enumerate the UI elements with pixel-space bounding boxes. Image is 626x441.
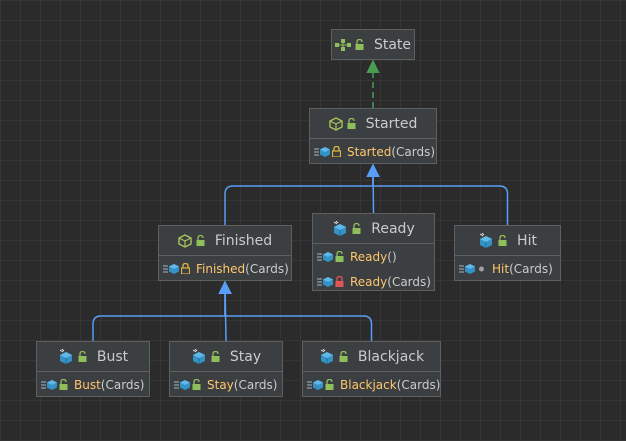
public-unlock-icon: [498, 235, 507, 246]
public-unlock-icon: [196, 235, 205, 246]
class-icon: [58, 349, 74, 364]
protected-lock-icon: [332, 146, 341, 157]
member-name: Stay: [207, 377, 234, 392]
member-name: Ready: [350, 249, 388, 264]
constructor-icon: [314, 146, 332, 158]
member-name: Hit: [492, 261, 510, 276]
member-row[interactable]: Finished (Cards): [159, 256, 291, 281]
node-header: Bust: [37, 342, 149, 372]
member-params: (): [387, 249, 397, 264]
node-name: State: [373, 36, 412, 53]
member-params: (Cards): [509, 261, 553, 276]
member-row[interactable]: Ready(): [313, 244, 434, 269]
public-unlock-icon: [355, 39, 364, 50]
node-header: Finished: [159, 226, 291, 256]
member-row[interactable]: Stay (Cards): [170, 372, 282, 397]
interface-icon: [334, 38, 351, 52]
member-row[interactable]: Started (Cards): [310, 139, 436, 164]
node-blackjack[interactable]: Blackjack Blackjack (Cards): [302, 341, 441, 397]
node-state[interactable]: State: [331, 29, 415, 60]
member-name: Started: [347, 144, 392, 159]
member-row[interactable]: Hit (Cards): [455, 256, 560, 281]
public-unlock-icon: [352, 223, 361, 234]
member-params: (Cards): [245, 261, 289, 276]
node-name: Finished: [214, 232, 273, 249]
class-icon: [332, 221, 348, 236]
member-params: (Cards): [233, 377, 278, 392]
public-unlock-icon: [192, 379, 201, 390]
public-unlock-icon: [339, 351, 348, 362]
node-header: State: [332, 30, 414, 59]
node-name: Bust: [96, 348, 129, 365]
node-name: Blackjack: [357, 348, 425, 365]
class-icon: [478, 233, 494, 248]
node-stay[interactable]: Stay Stay (Cards): [169, 341, 283, 397]
node-started[interactable]: Started Started (Cards): [309, 108, 437, 164]
constructor-icon: [307, 379, 325, 391]
public-unlock-icon: [347, 118, 356, 129]
node-name: Stay: [229, 348, 262, 365]
member-params: (Cards): [100, 377, 145, 392]
constructor-icon: [459, 263, 477, 275]
class-icon: [319, 349, 335, 364]
member-name: Bust: [74, 377, 101, 392]
node-name: Hit: [517, 232, 537, 249]
member-name: Blackjack: [340, 377, 397, 392]
edge-bust-to-finished: [92, 280, 232, 341]
public-unlock-icon: [335, 251, 344, 262]
node-name: Ready: [371, 220, 415, 237]
protected-lock-icon: [181, 263, 190, 274]
constructor-icon: [41, 379, 59, 391]
node-header: Stay: [170, 342, 282, 372]
private-lock-icon: [335, 276, 344, 287]
node-header: Started: [310, 109, 436, 139]
member-row[interactable]: Bust (Cards): [37, 372, 149, 397]
public-unlock-icon: [78, 351, 87, 362]
constructor-icon: [317, 276, 335, 288]
member-name: Finished: [196, 261, 246, 276]
node-hit[interactable]: Hit Hit (Cards): [454, 225, 561, 281]
diagram-canvas: State Started Started (Cards) Finished Fi…: [0, 0, 626, 441]
node-name: Started: [365, 115, 418, 132]
node-finished[interactable]: Finished Finished (Cards): [158, 225, 292, 281]
node-header: Ready: [313, 214, 434, 244]
member-row[interactable]: Ready (Cards): [313, 269, 434, 294]
node-bust[interactable]: Bust Bust (Cards): [36, 341, 150, 397]
member-params: (Cards): [396, 377, 441, 392]
constructor-icon: [174, 379, 192, 391]
class-icon: [191, 349, 207, 364]
node-ready[interactable]: Ready Ready() Ready (Cards): [312, 213, 435, 291]
node-header: Hit: [455, 226, 560, 256]
package-dot-icon: [477, 263, 486, 274]
node-header: Blackjack: [303, 342, 440, 372]
public-unlock-icon: [59, 379, 68, 390]
abstract-class-icon: [178, 233, 192, 248]
member-params: (Cards): [387, 274, 431, 289]
public-unlock-icon: [211, 351, 220, 362]
public-unlock-icon: [325, 379, 334, 390]
member-row[interactable]: Blackjack (Cards): [303, 372, 440, 397]
constructor-icon: [317, 251, 335, 263]
abstract-class-icon: [328, 116, 343, 131]
member-name: Ready: [350, 274, 388, 289]
constructor-icon: [163, 263, 181, 275]
member-params: (Cards): [391, 144, 436, 159]
